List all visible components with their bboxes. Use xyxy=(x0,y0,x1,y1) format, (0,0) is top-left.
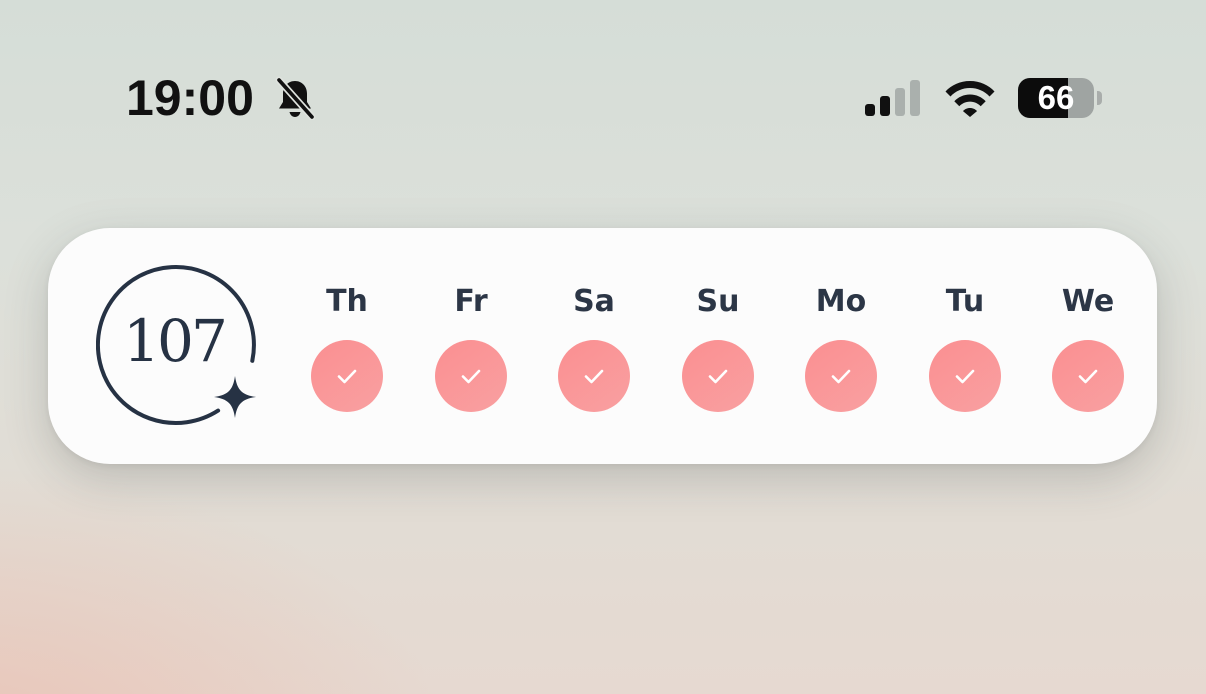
battery-cap xyxy=(1097,91,1102,105)
day-check-circle xyxy=(1052,340,1124,412)
day-tuesday[interactable]: Tu xyxy=(915,280,1015,420)
day-label: Sa xyxy=(573,284,615,319)
week-days: Th Fr Sa Su Mo Tu We xyxy=(297,280,1127,420)
day-check-circle xyxy=(558,340,630,412)
day-label: Su xyxy=(696,284,740,319)
streak-widget[interactable]: 107 Th Fr Sa Su Mo Tu We xyxy=(48,228,1157,464)
checkmark-icon xyxy=(461,369,481,384)
battery-body: 66 xyxy=(1018,78,1094,118)
sparkle-icon xyxy=(214,376,256,418)
day-check-circle xyxy=(929,340,1001,412)
wifi-icon xyxy=(945,81,995,117)
cellular-signal-icon xyxy=(865,80,920,116)
day-label: Tu xyxy=(945,284,985,319)
day-sunday[interactable]: Su xyxy=(668,280,768,420)
checkmark-icon xyxy=(955,369,975,384)
day-check-circle xyxy=(311,340,383,412)
day-friday[interactable]: Fr xyxy=(421,280,521,420)
checkmark-icon xyxy=(831,369,851,384)
day-check-circle xyxy=(805,340,877,412)
bell-slash-icon xyxy=(275,76,316,120)
day-monday[interactable]: Mo xyxy=(791,280,891,420)
day-label: Mo xyxy=(815,284,867,319)
streak-badge: 107 xyxy=(96,264,266,428)
status-bar: 19:00 66 xyxy=(0,0,1206,200)
checkmark-icon xyxy=(584,369,604,384)
checkmark-icon xyxy=(1078,369,1098,384)
day-saturday[interactable]: Sa xyxy=(544,280,644,420)
checkmark-icon xyxy=(708,369,728,384)
checkmark-icon xyxy=(337,369,357,384)
battery-icon: 66 xyxy=(1018,78,1104,118)
day-check-circle xyxy=(435,340,507,412)
day-label: We xyxy=(1061,284,1115,319)
clock-time: 19:00 xyxy=(126,70,254,126)
day-label: Fr xyxy=(454,284,488,319)
day-wednesday[interactable]: We xyxy=(1038,280,1138,420)
streak-count: 107 xyxy=(123,307,228,375)
battery-percent: 66 xyxy=(1037,79,1075,116)
day-check-circle xyxy=(682,340,754,412)
day-thursday[interactable]: Th xyxy=(297,280,397,420)
day-label: Th xyxy=(326,284,368,319)
